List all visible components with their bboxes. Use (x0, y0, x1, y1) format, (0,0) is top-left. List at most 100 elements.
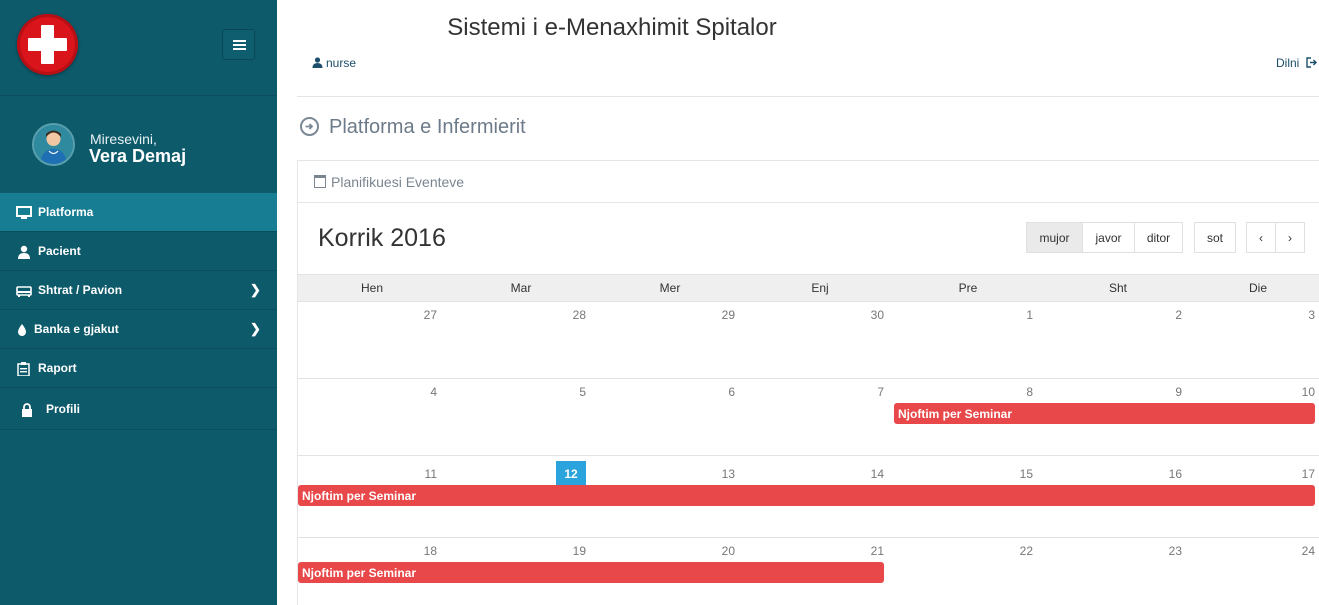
sidebar: Miresevini, Vera Demaj Platforma Pacient (0, 0, 277, 605)
weekday-label: Mar (510, 281, 532, 295)
day-cell[interactable]: 1 (1003, 308, 1033, 322)
day-cell[interactable]: 20 (705, 544, 735, 558)
prev-month-button[interactable]: ‹ (1246, 222, 1276, 253)
weekday-label: Pre (958, 281, 978, 295)
user-profile: Miresevini, Vera Demaj (0, 97, 277, 192)
weekday-label: Die (1248, 281, 1267, 295)
chevron-right-icon: ❯ (250, 282, 261, 297)
sidebar-nav: Platforma Pacient Shtrat / Pavion ❯ Bank… (0, 193, 277, 430)
current-user-link[interactable]: nurse (312, 56, 356, 70)
calendar-week: 18 19 20 21 22 23 24 Njoftim per Seminar (298, 538, 1319, 605)
today-group: sot (1194, 222, 1236, 253)
sidebar-item-label: Pacient (38, 244, 81, 258)
nav-arrows: ‹ › (1246, 222, 1305, 253)
avatar[interactable] (32, 123, 75, 166)
menu-toggle-button[interactable] (222, 29, 255, 60)
next-month-button[interactable]: › (1276, 222, 1305, 253)
day-cell[interactable]: 11 (407, 467, 437, 481)
day-cell[interactable]: 29 (705, 308, 735, 322)
sidebar-item-profili[interactable]: Profili (0, 388, 277, 430)
arrow-right-glyph (305, 123, 314, 130)
day-cell[interactable]: 17 (1285, 467, 1315, 481)
calendar-month-title: Korrik 2016 (318, 224, 446, 252)
monitor-icon (16, 206, 32, 219)
weekday-label: Sht (1108, 281, 1127, 295)
day-cell[interactable]: 16 (1152, 467, 1182, 481)
today-day-cell[interactable]: 12 (556, 461, 586, 486)
sidebar-item-label: Raport (38, 361, 77, 375)
day-cell[interactable]: 19 (556, 544, 586, 558)
sidebar-item-raport[interactable]: Raport (0, 349, 277, 388)
calendar-event[interactable]: Njoftim per Seminar (894, 403, 1315, 424)
sidebar-header (0, 0, 277, 96)
hospital-logo[interactable] (17, 14, 78, 75)
calendar-week: 4 5 6 7 8 9 10 Njoftim per Seminar (298, 379, 1319, 456)
bed-icon (16, 286, 32, 297)
day-cell[interactable]: 8 (1003, 385, 1033, 399)
section-title-text: Platforma e Infermierit (329, 116, 526, 138)
day-cell[interactable]: 21 (854, 544, 884, 558)
page-title: Sistemi i e-Menaxhimit Spitalor (447, 14, 777, 41)
drop-icon (18, 324, 26, 336)
sidebar-item-pacient[interactable]: Pacient (0, 232, 277, 271)
cross-horizontal (28, 38, 67, 51)
sidebar-item-shtrat-pavion[interactable]: Shtrat / Pavion ❯ (0, 271, 277, 310)
section-title: Platforma e Infermierit (300, 116, 526, 139)
today-button[interactable]: sot (1194, 222, 1236, 253)
day-cell[interactable]: 23 (1152, 544, 1182, 558)
day-cell[interactable]: 9 (1152, 385, 1182, 399)
header-divider (297, 96, 1319, 97)
day-cell[interactable]: 5 (556, 385, 586, 399)
sidebar-item-platforma[interactable]: Platforma (0, 193, 277, 232)
calendar-event[interactable]: Njoftim per Seminar (298, 485, 1315, 506)
calendar-week: 11 12 13 14 15 16 17 Njoftim per Seminar (298, 456, 1319, 538)
circle-arrow-right-icon (300, 117, 319, 136)
view-week-button[interactable]: javor (1083, 222, 1135, 253)
day-cell[interactable]: 14 (854, 467, 884, 481)
day-cell[interactable]: 13 (705, 467, 735, 481)
calendar-icon (314, 175, 326, 188)
day-cell[interactable]: 18 (407, 544, 437, 558)
logout-link[interactable]: Dilni (1276, 56, 1317, 70)
weekday-label: Mer (659, 281, 681, 295)
day-cell[interactable]: 24 (1285, 544, 1315, 558)
day-cell[interactable]: 2 (1152, 308, 1182, 322)
hamburger-line (233, 44, 246, 46)
welcome-text: Miresevini, (90, 131, 157, 147)
nurse-avatar-icon (34, 125, 73, 164)
view-month-button[interactable]: mujor (1026, 222, 1083, 253)
user-icon (18, 245, 30, 259)
panel-title: Planifikuesi Eventeve (331, 174, 465, 190)
day-cell[interactable]: 4 (407, 385, 437, 399)
lock-icon (22, 403, 32, 417)
day-cell[interactable]: 6 (705, 385, 735, 399)
weekday-label: Hen (360, 281, 383, 295)
sidebar-item-banka-e-gjakut[interactable]: Banka e gjakut ❯ (0, 310, 277, 349)
logout-label: Dilni (1276, 56, 1300, 70)
day-cell[interactable]: 10 (1285, 385, 1315, 399)
view-switcher: mujor javor ditor (1026, 222, 1183, 253)
day-cell[interactable]: 3 (1285, 308, 1315, 322)
panel-header: Planifikuesi Eventeve (298, 161, 1319, 203)
day-cell[interactable]: 30 (854, 308, 884, 322)
user-icon (312, 57, 323, 68)
day-cell[interactable]: 7 (854, 385, 884, 399)
sidebar-item-label: Shtrat / Pavion (38, 283, 123, 297)
sidebar-item-label: Platforma (38, 205, 94, 219)
calendar-week: 27 28 29 30 1 2 3 (298, 302, 1319, 379)
view-day-button[interactable]: ditor (1135, 222, 1183, 253)
sidebar-item-label: Banka e gjakut (34, 322, 119, 336)
day-cell[interactable]: 28 (556, 308, 586, 322)
day-cell[interactable]: 15 (1003, 467, 1033, 481)
day-cell[interactable]: 22 (1003, 544, 1033, 558)
current-user-name: nurse (326, 56, 357, 70)
hamburger-line (233, 40, 246, 42)
weekday-header: Hen Mar Mer Enj Pre Sht Die (298, 274, 1319, 302)
day-cell[interactable]: 27 (407, 308, 437, 322)
calendar-event[interactable]: Njoftim per Seminar (298, 562, 884, 583)
chevron-right-icon: ❯ (250, 321, 261, 336)
clipboard-icon (17, 362, 30, 376)
sign-out-icon (1305, 57, 1317, 68)
weekday-label: Enj (811, 281, 829, 295)
hamburger-line (233, 48, 246, 50)
